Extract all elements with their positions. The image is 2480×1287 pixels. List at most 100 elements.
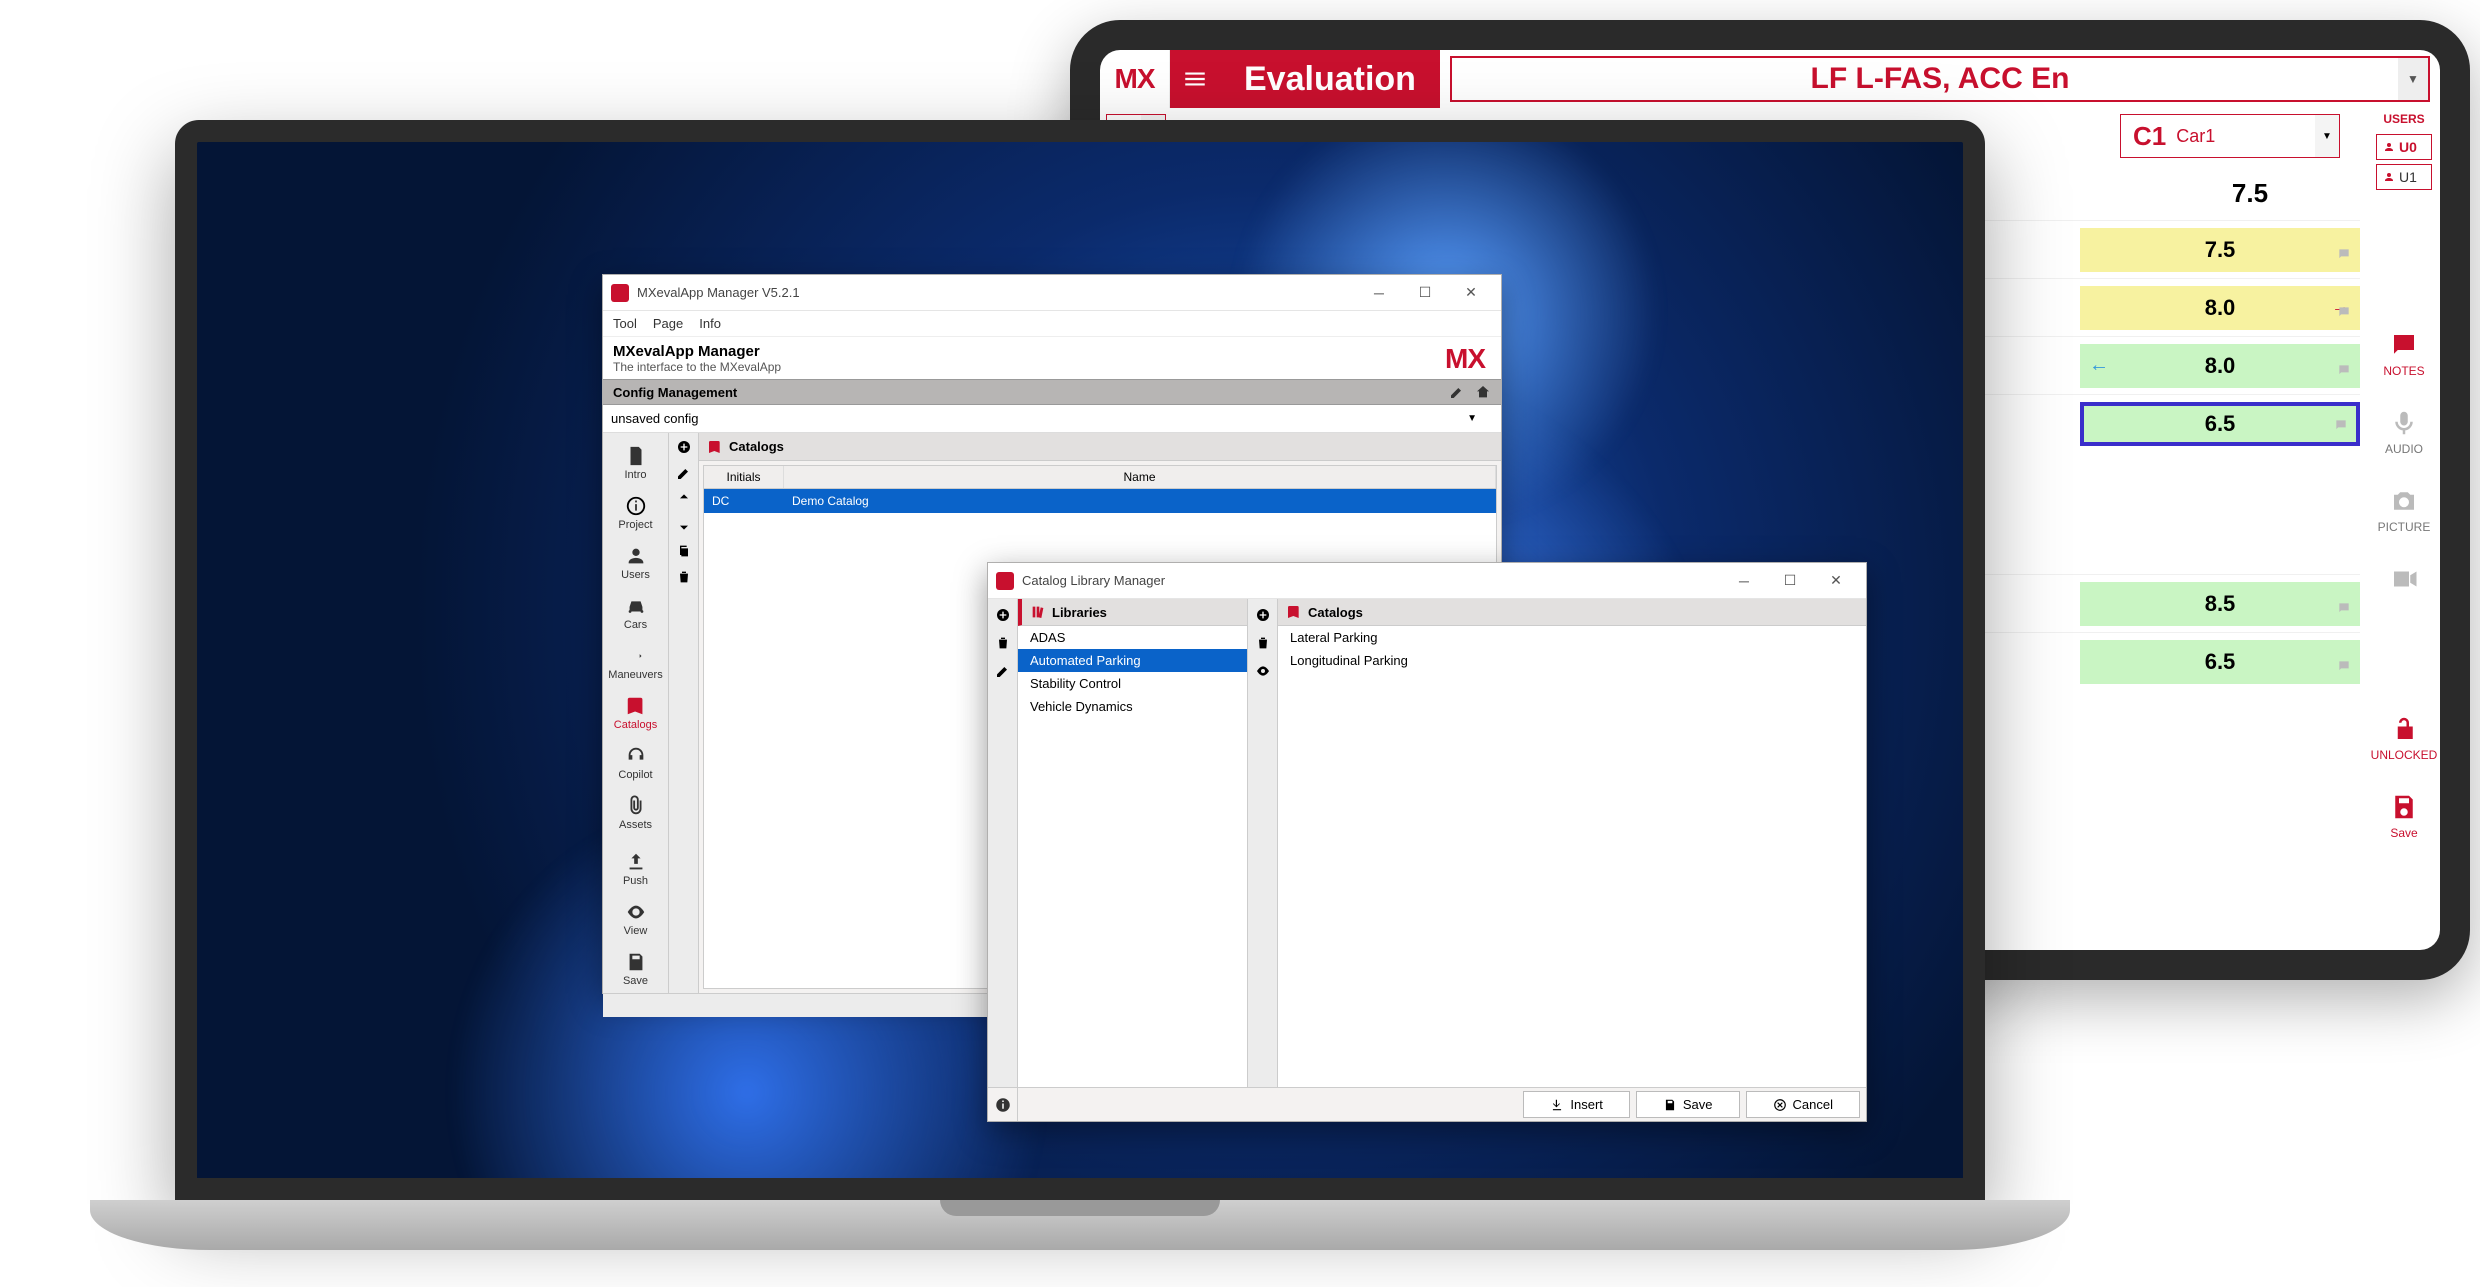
- criteria-value: 6.5: [2205, 649, 2236, 675]
- video-icon: [2389, 564, 2419, 594]
- sidebar-item-maneuvers[interactable]: Maneuvers: [603, 639, 668, 687]
- plus-icon[interactable]: [676, 439, 692, 455]
- close-button[interactable]: ✕: [1814, 566, 1858, 596]
- mini-chat-icon: [2337, 653, 2351, 679]
- col-initials[interactable]: Initials: [704, 466, 784, 488]
- trash-icon[interactable]: [676, 569, 692, 585]
- user-name: U0: [2399, 139, 2417, 155]
- audio-tool[interactable]: AUDIO: [2385, 408, 2423, 456]
- window-titlebar[interactable]: Catalog Library Manager ─ ☐ ✕: [988, 563, 1866, 599]
- user-chip[interactable]: U0: [2376, 134, 2432, 160]
- criteria-value-cell[interactable]: ← 8.0: [2080, 344, 2360, 388]
- save-tool[interactable]: Save: [2389, 792, 2419, 840]
- criteria-value-cell[interactable]: 8.5: [2080, 582, 2360, 626]
- criteria-value: 8.0: [2205, 353, 2236, 379]
- col-name[interactable]: Name: [784, 466, 1496, 488]
- sidebar-save[interactable]: Save: [603, 945, 668, 993]
- menu-bar: Tool Page Info: [603, 311, 1501, 337]
- picture-tool[interactable]: PICTURE: [2378, 486, 2431, 534]
- sidebar-item-catalogs[interactable]: Catalogs: [603, 689, 668, 737]
- user-chip[interactable]: U1: [2376, 164, 2432, 190]
- info-icon[interactable]: [994, 1096, 1012, 1114]
- criteria-value-cell[interactable]: 6.5: [2080, 402, 2360, 446]
- save-button[interactable]: Save: [1636, 1091, 1740, 1118]
- menu-info[interactable]: Info: [699, 316, 721, 331]
- criteria-value: 6.5: [2205, 411, 2236, 437]
- users-label: USERS: [2368, 108, 2440, 130]
- trash-icon[interactable]: [995, 635, 1011, 651]
- download-icon: [1550, 1098, 1564, 1112]
- window-titlebar[interactable]: MXevalApp Manager V5.2.1 ─ ☐ ✕: [603, 275, 1501, 311]
- catalog-item[interactable]: Longitudinal Parking: [1278, 649, 1866, 672]
- sidebar-item-users[interactable]: Users: [603, 539, 668, 587]
- sidebar-item-cars[interactable]: Cars: [603, 589, 668, 637]
- chevron-down-icon[interactable]: ▼: [1467, 413, 1477, 424]
- criteria-value-cell[interactable]: 8.0 →: [2080, 286, 2360, 330]
- library-item[interactable]: Stability Control: [1018, 672, 1247, 695]
- sidebar-view[interactable]: View: [603, 895, 668, 943]
- library-item[interactable]: ADAS: [1018, 626, 1247, 649]
- mini-chat-icon: [2337, 595, 2351, 621]
- save-icon: [2389, 792, 2419, 822]
- eye-icon[interactable]: [1255, 663, 1271, 679]
- minimize-button[interactable]: ─: [1357, 278, 1401, 308]
- maximize-button[interactable]: ☐: [1768, 566, 1812, 596]
- sidebar-item-assets[interactable]: Assets: [603, 789, 668, 837]
- menu-tool[interactable]: Tool: [613, 316, 637, 331]
- library-item[interactable]: Automated Parking: [1018, 649, 1247, 672]
- unlock-icon: [2389, 714, 2419, 744]
- book-icon: [625, 695, 647, 717]
- pencil-icon[interactable]: [995, 663, 1011, 679]
- notes-tool[interactable]: NOTES: [2383, 330, 2424, 378]
- sidebar-item-intro[interactable]: Intro: [603, 439, 668, 487]
- menu-page[interactable]: Page: [653, 316, 683, 331]
- config-text: unsaved config: [611, 411, 698, 426]
- person-icon: [625, 545, 647, 567]
- sidebar-item-copilot[interactable]: Copilot: [603, 739, 668, 787]
- home-icon[interactable]: [1475, 384, 1491, 400]
- video-tool[interactable]: [2389, 564, 2419, 594]
- trash-icon[interactable]: [1255, 635, 1271, 651]
- car-selector[interactable]: C1 Car1 ▼: [2120, 114, 2340, 158]
- app-header: MXevalApp Manager The interface to the M…: [603, 337, 1501, 379]
- app-icon: [611, 284, 629, 302]
- side-toolbar: NOTES AUDIO PICTURE UNLOCKED Save: [2374, 330, 2434, 840]
- plus-icon[interactable]: [995, 607, 1011, 623]
- hamburger-menu[interactable]: [1170, 50, 1220, 108]
- chat-icon: [2337, 363, 2351, 377]
- maneuver-icon: [625, 645, 647, 667]
- up-icon[interactable]: [676, 491, 692, 507]
- criteria-value: 7.5: [2205, 237, 2236, 263]
- section-bar: Config Management: [603, 379, 1501, 405]
- library-item[interactable]: Vehicle Dynamics: [1018, 695, 1247, 718]
- chevron-down-icon: ▼: [2398, 58, 2428, 100]
- eval-main-dropdown[interactable]: LF L-FAS, ACC En ▼: [1450, 56, 2430, 102]
- insert-button[interactable]: Insert: [1523, 1091, 1630, 1118]
- close-button[interactable]: ✕: [1449, 278, 1493, 308]
- tool-column: [669, 433, 699, 993]
- pencil-icon[interactable]: [676, 465, 692, 481]
- maximize-button[interactable]: ☐: [1403, 278, 1447, 308]
- app-subtitle: The interface to the MXevalApp: [613, 360, 1445, 374]
- minimize-button[interactable]: ─: [1722, 566, 1766, 596]
- arrow-left-icon: ←: [2089, 354, 2109, 377]
- criteria-value-cell[interactable]: 6.5: [2080, 640, 2360, 684]
- catalog-item[interactable]: Lateral Parking: [1278, 626, 1866, 649]
- criteria-value: 8.5: [2205, 591, 2236, 617]
- sidebar-push[interactable]: Push: [603, 845, 668, 893]
- window-title: Catalog Library Manager: [1022, 573, 1722, 588]
- unlock-tool[interactable]: UNLOCKED: [2371, 714, 2438, 762]
- chat-icon: [2337, 247, 2351, 261]
- copy-icon[interactable]: [676, 543, 692, 559]
- sidebar-item-project[interactable]: Project: [603, 489, 668, 537]
- eye-icon: [625, 901, 647, 923]
- config-row: unsaved config ▼: [603, 405, 1501, 433]
- criteria-value-cell[interactable]: 7.5: [2080, 228, 2360, 272]
- down-icon[interactable]: [676, 517, 692, 533]
- cancel-button[interactable]: Cancel: [1746, 1091, 1860, 1118]
- attachment-icon: [625, 795, 647, 817]
- cell-initials: DC: [704, 489, 784, 513]
- edit-icon[interactable]: [1449, 384, 1465, 400]
- plus-icon[interactable]: [1255, 607, 1271, 623]
- table-row[interactable]: DC Demo Catalog: [704, 489, 1496, 513]
